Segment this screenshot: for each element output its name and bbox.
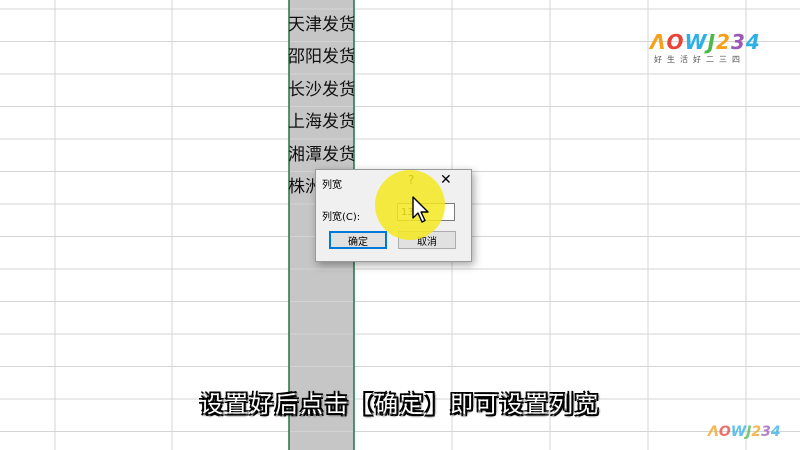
column-width-dialog: 列宽 ? ✕ 列宽(C): 确定 取消 [315, 169, 472, 262]
help-icon[interactable]: ? [408, 173, 414, 187]
column-width-input[interactable] [397, 203, 455, 221]
cancel-button[interactable]: 取消 [398, 231, 456, 249]
column-width-label: 列宽(C): [322, 212, 361, 223]
logo-wordmark: ɅOWJ234 [650, 30, 761, 54]
dialog-title: 列宽 [322, 180, 342, 191]
cell-text[interactable]: 天津发货 [288, 10, 354, 40]
cell-text[interactable]: 邵阳发货 [288, 42, 354, 72]
cell-text[interactable]: 湘潭发货 [288, 140, 354, 170]
brand-logo: ɅOWJ234 好生活好二三四 [650, 30, 775, 65]
watermark-logo: ɅOWJ234 [708, 424, 781, 440]
cell-text[interactable]: 上海发货 [288, 107, 354, 137]
ok-button[interactable]: 确定 [329, 231, 387, 249]
close-icon[interactable]: ✕ [440, 172, 452, 188]
video-caption: 设置好后点击【确定】即可设置列宽 [200, 392, 600, 418]
cell-text[interactable]: 长沙发货 [288, 75, 354, 105]
logo-tagline: 好生活好二三四 [654, 55, 745, 64]
